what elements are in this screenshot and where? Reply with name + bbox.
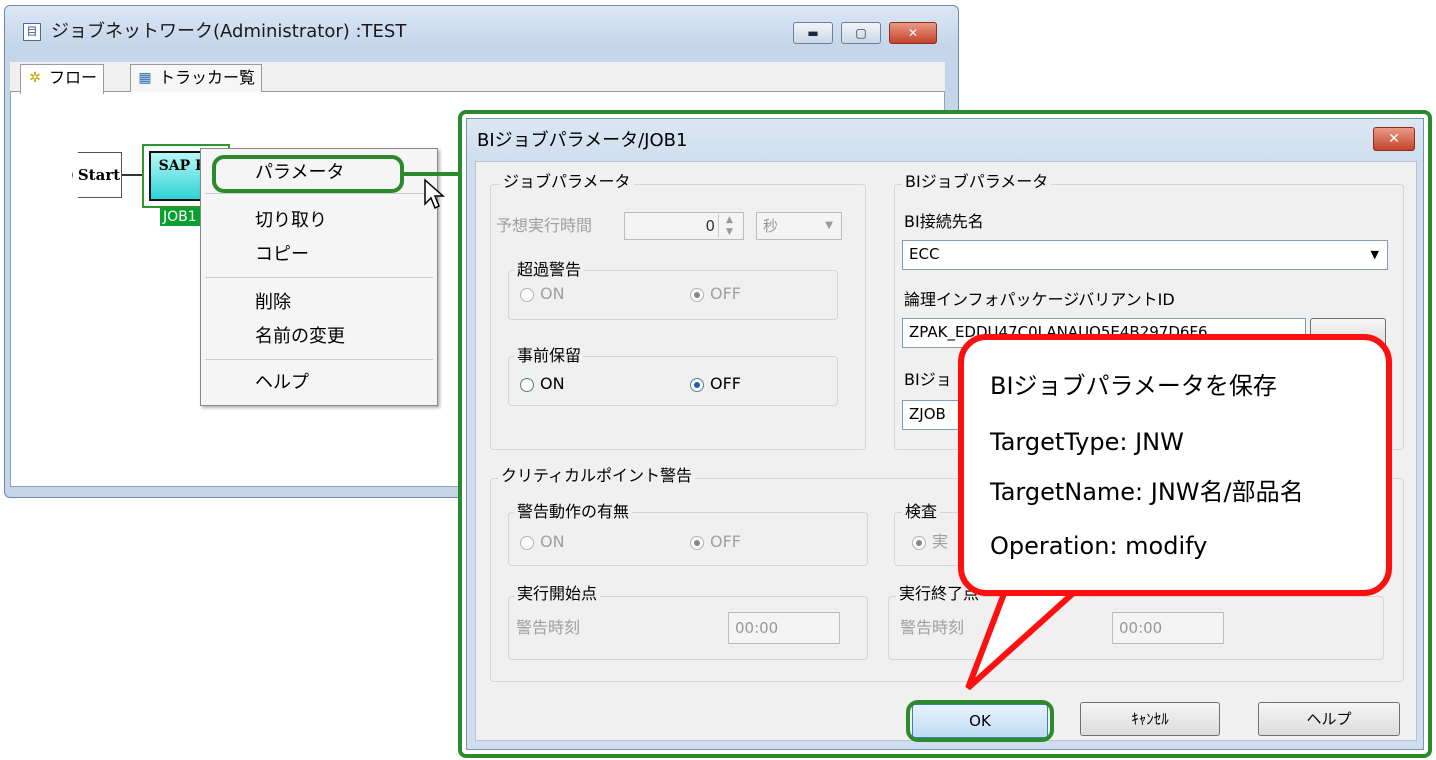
- callout-line-1: BIジョブパラメータを保存: [990, 372, 1277, 400]
- flow-icon: ✲: [29, 70, 41, 86]
- highlight-connector: [404, 172, 462, 176]
- overtime-warning-label: 超過警告: [514, 260, 585, 280]
- menu-separator: [205, 277, 433, 278]
- overtime-off-radio[interactable]: [690, 288, 704, 302]
- close-icon: ✕: [1388, 131, 1400, 147]
- ip-variant-label: 論理インフォパッケージバリアントID: [904, 290, 1175, 309]
- menu-item-cut[interactable]: 切り取り: [255, 209, 327, 233]
- close-icon: ✕: [907, 26, 919, 40]
- time-unit-select[interactable]: 秒 ▼: [756, 212, 842, 240]
- parameter-highlight: [212, 155, 404, 193]
- mouse-cursor-icon: [424, 178, 445, 210]
- menu-item-rename[interactable]: 名前の変更: [255, 325, 345, 349]
- chevron-down-icon: ▼: [1370, 248, 1379, 261]
- check-radio[interactable]: [912, 536, 926, 550]
- flow-connector: [122, 174, 144, 176]
- pre-hold-on-label: ON: [540, 374, 565, 393]
- bi-connection-label: BI接続先名: [904, 212, 984, 231]
- menu-item-delete[interactable]: 削除: [255, 291, 291, 315]
- dialog-title: BIジョブパラメータ/JOB1: [477, 130, 688, 151]
- warning-on-radio[interactable]: [520, 536, 534, 550]
- end-warning-time-input[interactable]: 00:00: [1112, 612, 1224, 644]
- job-node-label: JOB1: [160, 208, 200, 226]
- help-button[interactable]: ヘルプ: [1258, 702, 1400, 736]
- overtime-on-label: ON: [540, 284, 565, 303]
- ok-highlight: [906, 700, 1054, 742]
- check-group-label: 検査: [902, 502, 941, 522]
- spinner-arrows-icon[interactable]: ▲ ▼: [718, 214, 740, 238]
- start-node[interactable]: Start: [72, 152, 122, 198]
- tab-tracker-label: トラッカー覧: [159, 68, 256, 87]
- time-unit-value: 秒: [763, 217, 779, 235]
- bi-connection-value: ECC: [909, 245, 940, 263]
- cancel-button[interactable]: ｷｬﾝｾﾙ: [1080, 702, 1220, 736]
- tab-tracker[interactable]: ▦ トラッカー覧: [130, 64, 263, 92]
- pre-hold-on-radio[interactable]: [520, 378, 534, 392]
- minimize-button[interactable]: ▬: [793, 22, 833, 44]
- critical-point-label: クリティカルポイント警告: [498, 466, 696, 486]
- tracker-icon: ▦: [138, 70, 152, 86]
- start-warning-time-label: 警告時刻: [516, 618, 581, 637]
- tab-flow[interactable]: ✲ フロー: [20, 64, 105, 94]
- bi-job-label: BIジョ: [904, 370, 952, 389]
- pre-hold-label: 事前保留: [514, 346, 585, 366]
- tab-flow-label: フロー: [49, 68, 98, 87]
- warning-off-radio[interactable]: [690, 536, 704, 550]
- callout-line-3: TargetName: JNW名/部品名: [990, 478, 1304, 506]
- callout-line-2: TargetType: JNW: [990, 428, 1184, 456]
- overtime-off-label: OFF: [710, 284, 741, 303]
- menu-item-help[interactable]: ヘルプ: [255, 371, 309, 395]
- expected-time-label: 予想実行時間: [496, 216, 593, 235]
- chevron-down-icon: ▼: [825, 220, 833, 231]
- start-warning-time-input[interactable]: 00:00: [728, 612, 840, 644]
- bi-param-group-label: BIジョブパラメータ: [902, 172, 1052, 192]
- menu-separator: [205, 359, 433, 360]
- close-button[interactable]: ✕: [889, 22, 937, 44]
- dialog-close-button[interactable]: ✕: [1373, 127, 1415, 151]
- minimize-icon: ▬: [807, 26, 819, 40]
- window-title: ジョブネットワーク(Administrator) :TEST: [51, 21, 407, 42]
- pre-hold-off-radio[interactable]: [690, 378, 704, 392]
- menu-item-copy[interactable]: コピー: [255, 243, 309, 267]
- pre-hold-off-label: OFF: [710, 374, 741, 393]
- warning-on-label: ON: [540, 532, 565, 551]
- callout-line-4: Operation: modify: [990, 532, 1208, 560]
- maximize-button[interactable]: ▢: [841, 22, 881, 44]
- menu-separator: [205, 193, 433, 194]
- check-radio-label: 実: [932, 532, 949, 551]
- overtime-on-radio[interactable]: [520, 288, 534, 302]
- window-app-icon: 目: [23, 23, 41, 41]
- maximize-icon: ▢: [855, 26, 867, 40]
- job-param-group-label: ジョブパラメータ: [500, 172, 634, 192]
- bi-connection-select[interactable]: ECC ▼: [902, 240, 1388, 270]
- warning-off-label: OFF: [710, 532, 741, 551]
- callout-box: BIジョブパラメータを保存 TargetType: JNW TargetName…: [958, 334, 1392, 596]
- exec-start-label: 実行開始点: [514, 584, 601, 604]
- warning-action-label: 警告動作の有無: [514, 502, 633, 522]
